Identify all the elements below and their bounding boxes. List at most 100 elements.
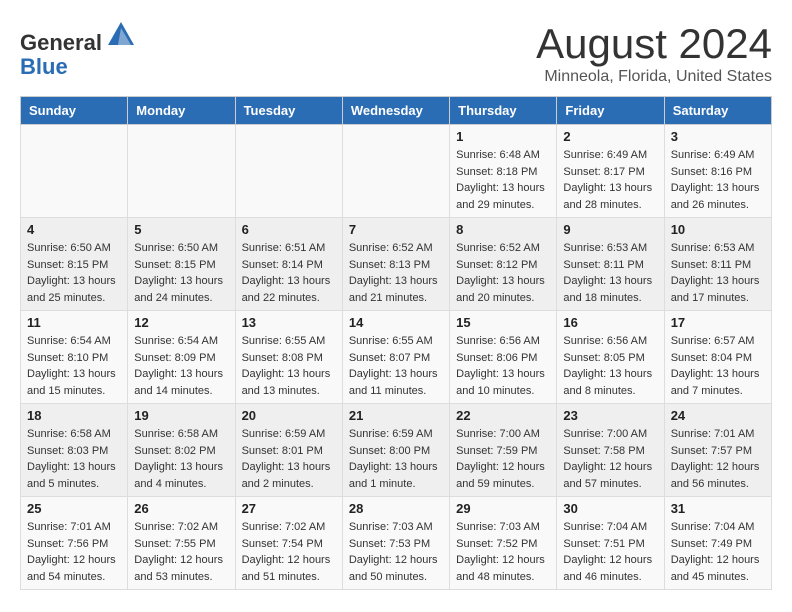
calendar-cell: 26 Sunrise: 7:02 AMSunset: 7:55 PMDayligh… bbox=[128, 497, 235, 590]
day-number: 12 bbox=[134, 315, 228, 330]
calendar-cell: 11 Sunrise: 6:54 AMSunset: 8:10 PMDayligh… bbox=[21, 311, 128, 404]
calendar-cell: 25 Sunrise: 7:01 AMSunset: 7:56 PMDayligh… bbox=[21, 497, 128, 590]
weekday-header-wednesday: Wednesday bbox=[342, 97, 449, 125]
calendar-cell bbox=[128, 125, 235, 218]
day-number: 7 bbox=[349, 222, 443, 237]
calendar-table: SundayMondayTuesdayWednesdayThursdayFrid… bbox=[20, 96, 772, 590]
cell-content: Sunrise: 6:51 AMSunset: 8:14 PMDaylight:… bbox=[242, 240, 336, 306]
calendar-cell: 21 Sunrise: 6:59 AMSunset: 8:00 PMDayligh… bbox=[342, 404, 449, 497]
calendar-cell: 3 Sunrise: 6:49 AMSunset: 8:16 PMDaylight… bbox=[664, 125, 771, 218]
month-title: August 2024 bbox=[536, 20, 772, 68]
weekday-header-saturday: Saturday bbox=[664, 97, 771, 125]
cell-content: Sunrise: 6:53 AMSunset: 8:11 PMDaylight:… bbox=[671, 240, 765, 306]
logo-general: General bbox=[20, 30, 102, 55]
cell-content: Sunrise: 6:58 AMSunset: 8:03 PMDaylight:… bbox=[27, 426, 121, 492]
day-number: 16 bbox=[563, 315, 657, 330]
cell-content: Sunrise: 6:48 AMSunset: 8:18 PMDaylight:… bbox=[456, 147, 550, 213]
cell-content: Sunrise: 6:49 AMSunset: 8:16 PMDaylight:… bbox=[671, 147, 765, 213]
day-number: 25 bbox=[27, 501, 121, 516]
cell-content: Sunrise: 7:02 AMSunset: 7:55 PMDaylight:… bbox=[134, 519, 228, 585]
day-number: 14 bbox=[349, 315, 443, 330]
day-number: 31 bbox=[671, 501, 765, 516]
week-row-2: 4 Sunrise: 6:50 AMSunset: 8:15 PMDaylight… bbox=[21, 218, 772, 311]
day-number: 28 bbox=[349, 501, 443, 516]
weekday-header-friday: Friday bbox=[557, 97, 664, 125]
logo-text: General bbox=[20, 20, 136, 55]
cell-content: Sunrise: 7:00 AMSunset: 7:59 PMDaylight:… bbox=[456, 426, 550, 492]
calendar-cell: 8 Sunrise: 6:52 AMSunset: 8:12 PMDaylight… bbox=[450, 218, 557, 311]
cell-content: Sunrise: 7:00 AMSunset: 7:58 PMDaylight:… bbox=[563, 426, 657, 492]
day-number: 8 bbox=[456, 222, 550, 237]
day-number: 29 bbox=[456, 501, 550, 516]
cell-content: Sunrise: 6:50 AMSunset: 8:15 PMDaylight:… bbox=[134, 240, 228, 306]
cell-content: Sunrise: 6:54 AMSunset: 8:09 PMDaylight:… bbox=[134, 333, 228, 399]
cell-content: Sunrise: 6:52 AMSunset: 8:13 PMDaylight:… bbox=[349, 240, 443, 306]
day-number: 9 bbox=[563, 222, 657, 237]
calendar-cell: 24 Sunrise: 7:01 AMSunset: 7:57 PMDayligh… bbox=[664, 404, 771, 497]
calendar-cell: 6Sunrise: 6:51 AMSunset: 8:14 PMDaylight… bbox=[235, 218, 342, 311]
calendar-cell: 14 Sunrise: 6:55 AMSunset: 8:07 PMDayligh… bbox=[342, 311, 449, 404]
day-number: 30 bbox=[563, 501, 657, 516]
day-number: 21 bbox=[349, 408, 443, 423]
page-header: General Blue August 2024 Minneola, Flori… bbox=[20, 20, 772, 86]
day-number: 10 bbox=[671, 222, 765, 237]
weekday-header-sunday: Sunday bbox=[21, 97, 128, 125]
calendar-cell bbox=[21, 125, 128, 218]
calendar-cell: 9Sunrise: 6:53 AMSunset: 8:11 PMDaylight… bbox=[557, 218, 664, 311]
day-number: 11 bbox=[27, 315, 121, 330]
day-number: 4 bbox=[27, 222, 121, 237]
calendar-cell: 28Sunrise: 7:03 AMSunset: 7:53 PMDayligh… bbox=[342, 497, 449, 590]
cell-content: Sunrise: 6:55 AMSunset: 8:07 PMDaylight:… bbox=[349, 333, 443, 399]
calendar-cell: 10 Sunrise: 6:53 AMSunset: 8:11 PMDayligh… bbox=[664, 218, 771, 311]
weekday-header-tuesday: Tuesday bbox=[235, 97, 342, 125]
logo-blue-word: Blue bbox=[20, 54, 68, 79]
day-number: 20 bbox=[242, 408, 336, 423]
calendar-cell: 16Sunrise: 6:56 AMSunset: 8:05 PMDayligh… bbox=[557, 311, 664, 404]
weekday-header-monday: Monday bbox=[128, 97, 235, 125]
cell-content: Sunrise: 6:50 AMSunset: 8:15 PMDaylight:… bbox=[27, 240, 121, 306]
day-number: 15 bbox=[456, 315, 550, 330]
cell-content: Sunrise: 6:54 AMSunset: 8:10 PMDaylight:… bbox=[27, 333, 121, 399]
calendar-cell: 23Sunrise: 7:00 AMSunset: 7:58 PMDayligh… bbox=[557, 404, 664, 497]
cell-content: Sunrise: 7:01 AMSunset: 7:56 PMDaylight:… bbox=[27, 519, 121, 585]
calendar-cell bbox=[235, 125, 342, 218]
day-number: 17 bbox=[671, 315, 765, 330]
day-number: 22 bbox=[456, 408, 550, 423]
cell-content: Sunrise: 7:04 AMSunset: 7:51 PMDaylight:… bbox=[563, 519, 657, 585]
calendar-cell: 17 Sunrise: 6:57 AMSunset: 8:04 PMDayligh… bbox=[664, 311, 771, 404]
day-number: 26 bbox=[134, 501, 228, 516]
calendar-cell: 27 Sunrise: 7:02 AMSunset: 7:54 PMDayligh… bbox=[235, 497, 342, 590]
day-number: 13 bbox=[242, 315, 336, 330]
day-number: 3 bbox=[671, 129, 765, 144]
day-number: 27 bbox=[242, 501, 336, 516]
calendar-cell: 19 Sunrise: 6:58 AMSunset: 8:02 PMDayligh… bbox=[128, 404, 235, 497]
calendar-cell: 31Sunrise: 7:04 AMSunset: 7:49 PMDayligh… bbox=[664, 497, 771, 590]
calendar-cell: 15Sunrise: 6:56 AMSunset: 8:06 PMDayligh… bbox=[450, 311, 557, 404]
calendar-cell: 4 Sunrise: 6:50 AMSunset: 8:15 PMDaylight… bbox=[21, 218, 128, 311]
title-block: August 2024 Minneola, Florida, United St… bbox=[536, 20, 772, 86]
calendar-cell: 13Sunrise: 6:55 AMSunset: 8:08 PMDayligh… bbox=[235, 311, 342, 404]
day-number: 1 bbox=[456, 129, 550, 144]
day-number: 24 bbox=[671, 408, 765, 423]
cell-content: Sunrise: 6:58 AMSunset: 8:02 PMDaylight:… bbox=[134, 426, 228, 492]
calendar-cell: 1 Sunrise: 6:48 AMSunset: 8:18 PMDaylight… bbox=[450, 125, 557, 218]
calendar-cell: 18Sunrise: 6:58 AMSunset: 8:03 PMDayligh… bbox=[21, 404, 128, 497]
weekday-header-row: SundayMondayTuesdayWednesdayThursdayFrid… bbox=[21, 97, 772, 125]
calendar-cell: 7 Sunrise: 6:52 AMSunset: 8:13 PMDaylight… bbox=[342, 218, 449, 311]
calendar-cell: 5 Sunrise: 6:50 AMSunset: 8:15 PMDaylight… bbox=[128, 218, 235, 311]
logo-blue-text: Blue bbox=[20, 55, 136, 79]
day-number: 5 bbox=[134, 222, 228, 237]
calendar-cell: 30 Sunrise: 7:04 AMSunset: 7:51 PMDayligh… bbox=[557, 497, 664, 590]
day-number: 19 bbox=[134, 408, 228, 423]
cell-content: Sunrise: 6:49 AMSunset: 8:17 PMDaylight:… bbox=[563, 147, 657, 213]
cell-content: Sunrise: 7:01 AMSunset: 7:57 PMDaylight:… bbox=[671, 426, 765, 492]
week-row-1: 1 Sunrise: 6:48 AMSunset: 8:18 PMDaylight… bbox=[21, 125, 772, 218]
cell-content: Sunrise: 6:59 AMSunset: 8:00 PMDaylight:… bbox=[349, 426, 443, 492]
logo-icon bbox=[106, 20, 136, 50]
cell-content: Sunrise: 6:57 AMSunset: 8:04 PMDaylight:… bbox=[671, 333, 765, 399]
calendar-cell: 2Sunrise: 6:49 AMSunset: 8:17 PMDaylight… bbox=[557, 125, 664, 218]
cell-content: Sunrise: 6:52 AMSunset: 8:12 PMDaylight:… bbox=[456, 240, 550, 306]
week-row-4: 18Sunrise: 6:58 AMSunset: 8:03 PMDayligh… bbox=[21, 404, 772, 497]
calendar-cell: 20Sunrise: 6:59 AMSunset: 8:01 PMDayligh… bbox=[235, 404, 342, 497]
cell-content: Sunrise: 7:02 AMSunset: 7:54 PMDaylight:… bbox=[242, 519, 336, 585]
